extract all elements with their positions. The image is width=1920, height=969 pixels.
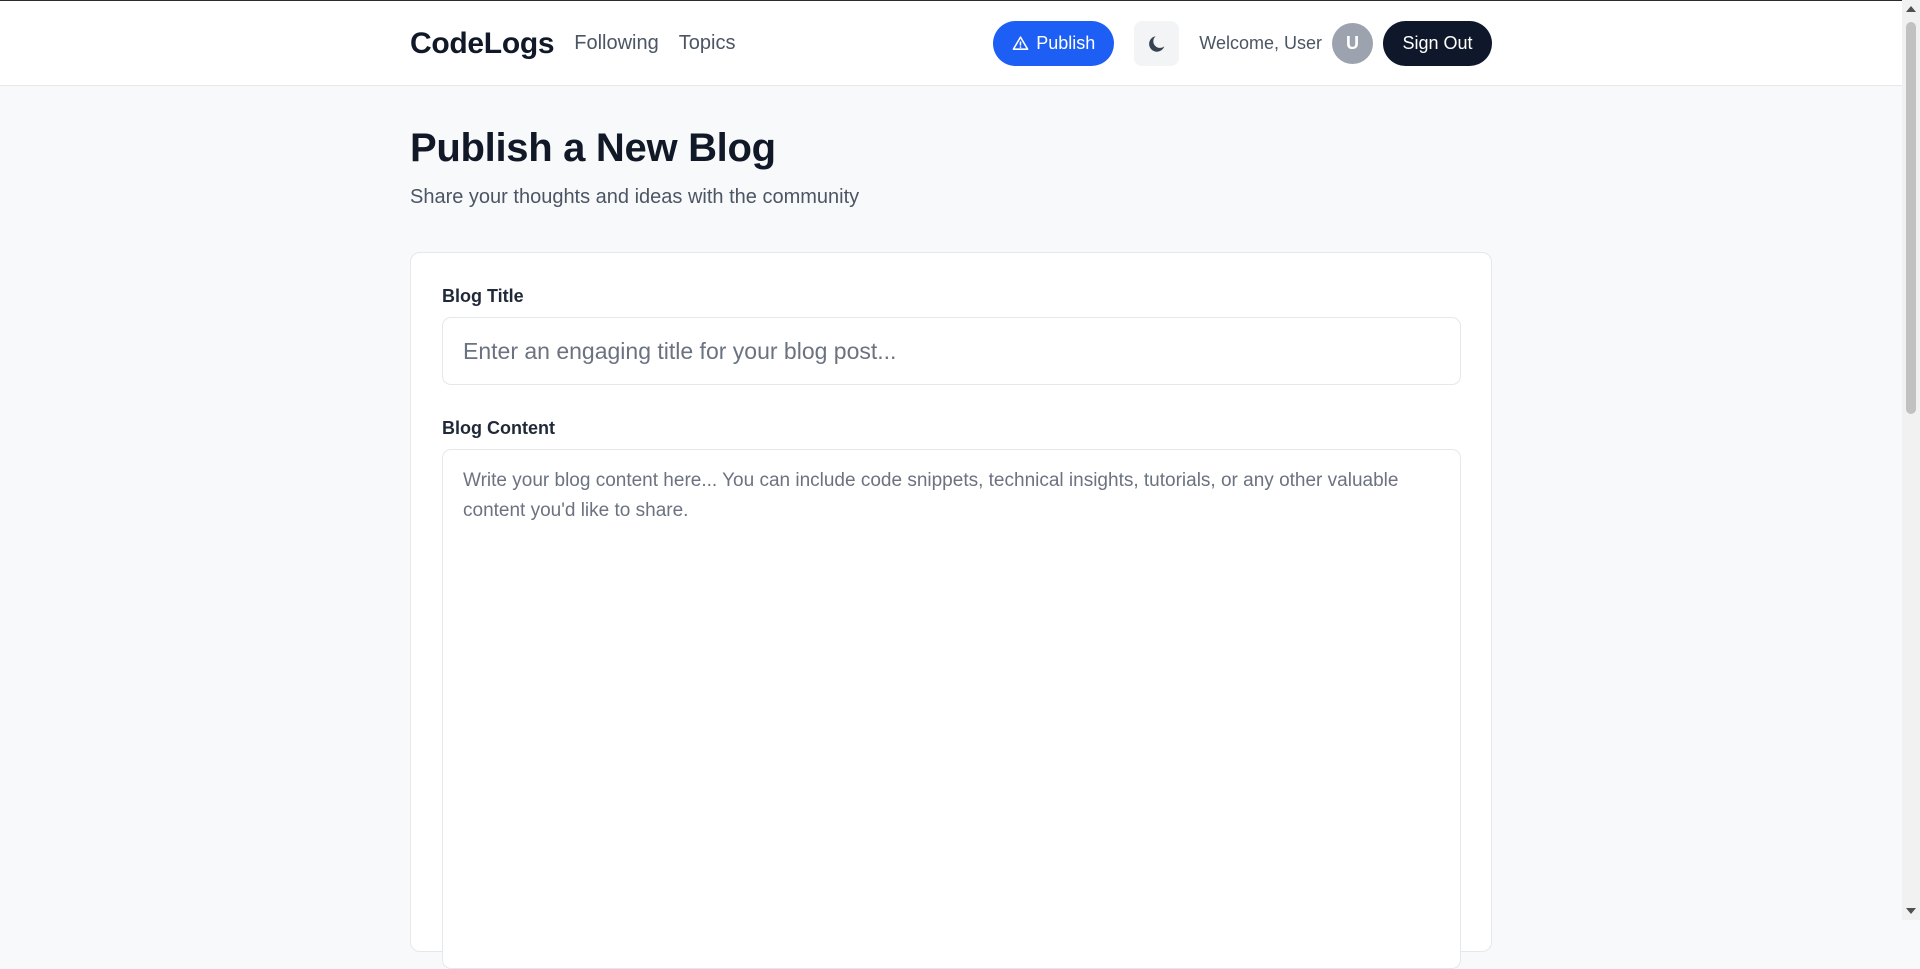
blog-content-textarea[interactable]	[442, 449, 1461, 969]
publish-button[interactable]: Publish	[993, 21, 1115, 66]
page-scrollbar[interactable]	[1902, 0, 1920, 920]
top-navbar: CodeLogs Following Topics Publish Welcom…	[0, 1, 1902, 86]
blog-title-input[interactable]	[442, 317, 1461, 385]
page-title: Publish a New Blog	[410, 126, 776, 170]
welcome-text: Welcome, User	[1199, 33, 1322, 53]
theme-toggle-button[interactable]	[1134, 21, 1180, 66]
user-avatar[interactable]: U	[1332, 23, 1373, 64]
nav-link-following[interactable]: Following	[574, 32, 658, 55]
scroll-up-arrow-icon[interactable]	[1906, 6, 1916, 12]
publish-button-label: Publish	[1036, 33, 1096, 53]
navbar-inner: CodeLogs Following Topics Publish Welcom…	[410, 1, 1492, 86]
moon-icon	[1146, 33, 1168, 55]
scrollbar-thumb[interactable]	[1906, 22, 1916, 414]
warning-triangle-icon	[1012, 35, 1029, 52]
scroll-down-arrow-icon[interactable]	[1906, 908, 1916, 914]
blog-title-label: Blog Title	[442, 286, 524, 306]
nav-link-topics[interactable]: Topics	[679, 32, 736, 55]
brand-logo[interactable]: CodeLogs	[410, 27, 555, 61]
publish-form-card: Blog Title Blog Content	[410, 252, 1492, 969]
sign-out-button[interactable]: Sign Out	[1383, 21, 1492, 66]
navbar-actions: Publish Welcome, User U Sign Out	[993, 21, 1492, 66]
page-subtitle: Share your thoughts and ideas with the c…	[410, 186, 860, 208]
blog-content-label: Blog Content	[442, 418, 555, 438]
